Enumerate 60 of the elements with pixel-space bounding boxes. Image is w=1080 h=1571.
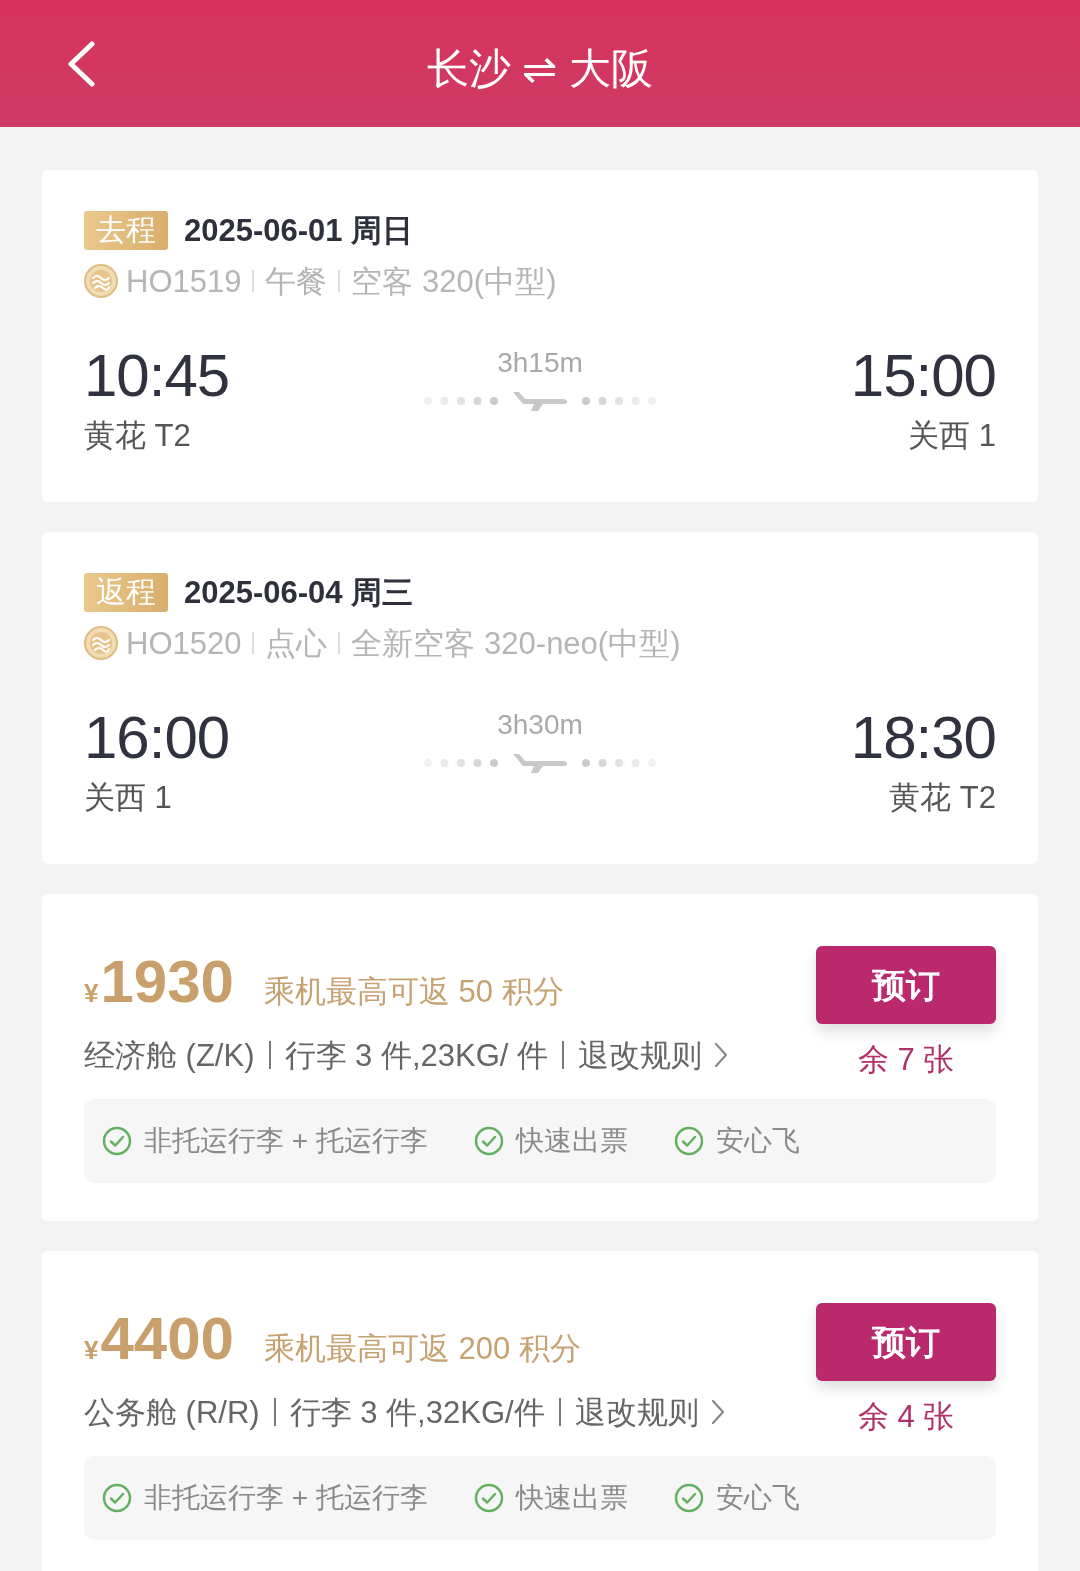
- back-icon: [66, 40, 96, 87]
- trip-badge: 返程: [84, 572, 168, 612]
- check-circle-icon: [102, 1483, 132, 1513]
- flight-duration: 3h30m: [497, 708, 583, 742]
- dotted-line-icon: [582, 397, 656, 405]
- meal-info: 点心: [265, 627, 328, 659]
- arrival-time: 15:00: [850, 344, 996, 408]
- currency-symbol: ¥: [84, 980, 99, 1006]
- plane-icon: [512, 752, 568, 774]
- check-circle-icon: [473, 1483, 504, 1513]
- feature-label: 非托运行李 + 托运行李: [144, 1127, 428, 1155]
- dotted-line-icon: [424, 397, 498, 405]
- tickets-remaining: 余 7 张: [857, 1044, 955, 1075]
- dotted-line-icon: [582, 759, 656, 767]
- book-button[interactable]: 预订: [816, 1303, 996, 1381]
- points-reward: 乘机最高可返 50 积分: [263, 976, 564, 1007]
- departure-time: 10:45: [84, 344, 230, 408]
- logo-icon: [84, 626, 118, 660]
- meal-info: 午餐: [265, 265, 328, 297]
- baggage-allowance: 行李 3 件,32KG/件: [289, 1396, 545, 1428]
- fare-price: 4400: [100, 1309, 234, 1369]
- chevron-right-icon: [714, 1042, 729, 1068]
- flight-number: HO1519: [126, 265, 242, 297]
- flight-number: HO1520: [126, 627, 242, 659]
- departure-time: 16:00: [84, 706, 230, 770]
- check-circle-icon: [673, 1126, 704, 1156]
- aircraft-info: 空客 320(中型): [351, 265, 557, 297]
- refund-rules-link[interactable]: 退改规则: [574, 1396, 725, 1428]
- baggage-allowance: 行李 3 件,23KG/ 件: [284, 1039, 549, 1071]
- logo-icon: [84, 264, 118, 298]
- book-button[interactable]: 预订: [816, 946, 996, 1024]
- departure-airport: 关西 1: [84, 780, 172, 816]
- route-title: 长沙 ⇌ 大阪: [426, 47, 654, 90]
- points-reward: 乘机最高可返 200 积分: [263, 1333, 581, 1364]
- flight-date: 2025-06-01 周日: [184, 214, 414, 246]
- refund-rules-link[interactable]: 退改规则: [578, 1039, 729, 1071]
- feature-label: 快速出票: [515, 1484, 628, 1512]
- flight-date: 2025-06-04 周三: [184, 576, 414, 608]
- chevron-right-icon: [710, 1399, 725, 1425]
- feature-label: 安心飞: [715, 1484, 800, 1512]
- arrival-airport: 关西 1: [908, 418, 996, 454]
- arrival-airport: 黄花 T2: [889, 780, 996, 816]
- feature-label: 安心飞: [715, 1127, 800, 1155]
- departure-airport: 黄花 T2: [84, 418, 191, 454]
- flight-duration: 3h15m: [497, 346, 583, 380]
- fare-price: 1930: [100, 952, 234, 1012]
- trip-badge: 去程: [84, 210, 168, 250]
- dotted-line-icon: [424, 759, 498, 767]
- tickets-remaining: 余 4 张: [857, 1401, 955, 1432]
- check-circle-icon: [473, 1126, 504, 1156]
- check-circle-icon: [102, 1126, 132, 1156]
- feature-label: 快速出票: [515, 1127, 628, 1155]
- aircraft-info: 全新空客 320-neo(中型): [351, 627, 681, 659]
- check-circle-icon: [673, 1483, 704, 1513]
- feature-label: 非托运行李 + 托运行李: [144, 1484, 428, 1512]
- plane-icon: [512, 390, 568, 412]
- arrival-time: 18:30: [850, 706, 996, 770]
- cabin-class: 经济舱 (Z/K): [84, 1039, 255, 1071]
- cabin-class: 公务舱 (R/R): [84, 1396, 260, 1428]
- currency-symbol: ¥: [84, 1337, 99, 1363]
